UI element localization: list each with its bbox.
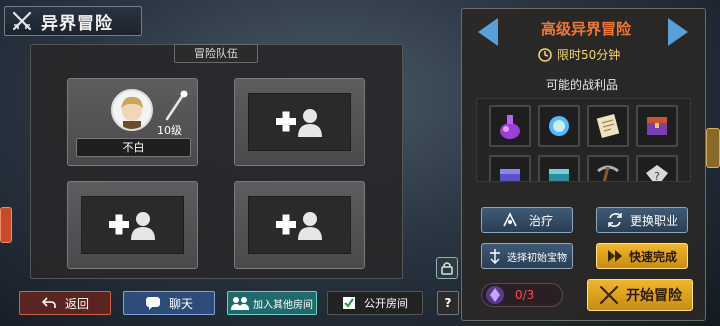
member-level: 10级 bbox=[157, 124, 182, 137]
treasure-chest-icon bbox=[647, 117, 667, 135]
heal-button[interactable]: 治疗 bbox=[481, 207, 573, 233]
member-name: 不白 bbox=[76, 138, 191, 157]
lock-icon bbox=[441, 262, 453, 275]
add-member-icon bbox=[275, 212, 322, 240]
group-icon bbox=[231, 297, 249, 310]
crossed-swords-icon bbox=[599, 285, 619, 305]
start-adventure-label: 开始冒险 bbox=[626, 288, 682, 304]
join-room-button[interactable]: 加入其他房间 bbox=[227, 291, 317, 315]
prev-arrow-icon[interactable] bbox=[474, 16, 502, 48]
loot-item[interactable] bbox=[587, 155, 629, 181]
attempts-count: 0/3 bbox=[515, 288, 535, 302]
public-room-label: 公开房间 bbox=[364, 297, 408, 310]
chat-label: 聊天 bbox=[168, 296, 193, 311]
add-member-icon bbox=[108, 212, 155, 240]
heal-label: 治疗 bbox=[528, 213, 553, 228]
choose-treasure-button[interactable]: 选择初始宝物 bbox=[481, 243, 573, 269]
quick-finish-label: 快速完成 bbox=[628, 249, 677, 264]
help-button[interactable]: ? bbox=[437, 291, 459, 315]
join-room-label: 加入其他房间 bbox=[253, 299, 313, 311]
back-button[interactable]: 返回 bbox=[19, 291, 111, 315]
choose-treasure-label: 选择初始宝物 bbox=[507, 252, 567, 264]
next-arrow-icon[interactable] bbox=[664, 16, 692, 48]
blue-orb-icon bbox=[549, 116, 569, 136]
loot-grid: ? bbox=[476, 98, 691, 182]
change-job-label: 更换职业 bbox=[629, 213, 678, 228]
attempts-counter: 0/3 bbox=[481, 283, 563, 307]
fast-forward-icon bbox=[607, 250, 622, 262]
heal-icon bbox=[503, 212, 517, 227]
loot-item[interactable] bbox=[489, 155, 531, 181]
loot-item[interactable]: ? bbox=[636, 155, 678, 182]
right-edge-tab[interactable] bbox=[706, 128, 720, 168]
pickaxe-icon bbox=[597, 165, 619, 181]
swap-icon bbox=[608, 213, 622, 227]
checkbox-checked-icon bbox=[343, 297, 355, 309]
empty-slot-frame bbox=[248, 196, 351, 254]
timer-text: 限时50分钟 bbox=[557, 48, 621, 62]
quick-finish-button[interactable]: 快速完成 bbox=[596, 243, 688, 269]
avatar bbox=[111, 89, 153, 131]
party-slot-empty[interactable] bbox=[234, 181, 365, 269]
loot-item[interactable] bbox=[636, 105, 678, 147]
purple-potion-icon bbox=[500, 115, 520, 139]
clock-icon bbox=[538, 47, 552, 62]
empty-slot-frame bbox=[81, 196, 184, 254]
party-slot-empty[interactable] bbox=[67, 181, 198, 269]
blue-chest-icon bbox=[500, 169, 520, 181]
timer: 限时50分钟 bbox=[538, 46, 620, 63]
crossed-swords-icon bbox=[12, 11, 32, 31]
public-room-toggle[interactable]: 公开房间 bbox=[327, 291, 423, 315]
party-header: 冒险队伍 bbox=[174, 44, 258, 63]
chat-bubble-icon bbox=[145, 297, 160, 310]
page-title: 异界冒险 bbox=[41, 13, 113, 34]
loot-title: 可能的战利品 bbox=[545, 78, 618, 92]
svg-text:?: ? bbox=[654, 170, 660, 182]
treasure-icon bbox=[490, 249, 500, 264]
dungeon-title: 高级异界冒险 bbox=[540, 20, 631, 38]
back-label: 返回 bbox=[64, 296, 89, 311]
mystery-box-icon: ? bbox=[646, 165, 668, 182]
left-edge-tab[interactable] bbox=[0, 207, 12, 243]
chat-button[interactable]: 聊天 bbox=[123, 291, 215, 315]
scroll-icon bbox=[596, 114, 620, 138]
change-job-button[interactable]: 更换职业 bbox=[596, 207, 688, 233]
crystal-icon bbox=[486, 286, 504, 304]
add-member-icon bbox=[275, 109, 322, 137]
party-slot-member[interactable]: 10级 不白 bbox=[67, 78, 198, 166]
loot-item[interactable] bbox=[587, 105, 629, 147]
teal-chest-icon bbox=[549, 169, 569, 181]
loot-item[interactable] bbox=[538, 155, 580, 181]
party-slot-empty[interactable] bbox=[234, 78, 365, 166]
title-bar: 异界冒险 bbox=[4, 6, 142, 36]
lock-button[interactable] bbox=[436, 257, 458, 279]
empty-slot-frame bbox=[248, 93, 351, 151]
staff-icon bbox=[165, 90, 188, 121]
back-arrow-icon bbox=[41, 297, 56, 308]
start-adventure-button[interactable]: 开始冒险 bbox=[587, 279, 693, 311]
help-label: ? bbox=[444, 296, 452, 310]
loot-item[interactable] bbox=[538, 105, 580, 147]
loot-item[interactable] bbox=[489, 105, 531, 147]
